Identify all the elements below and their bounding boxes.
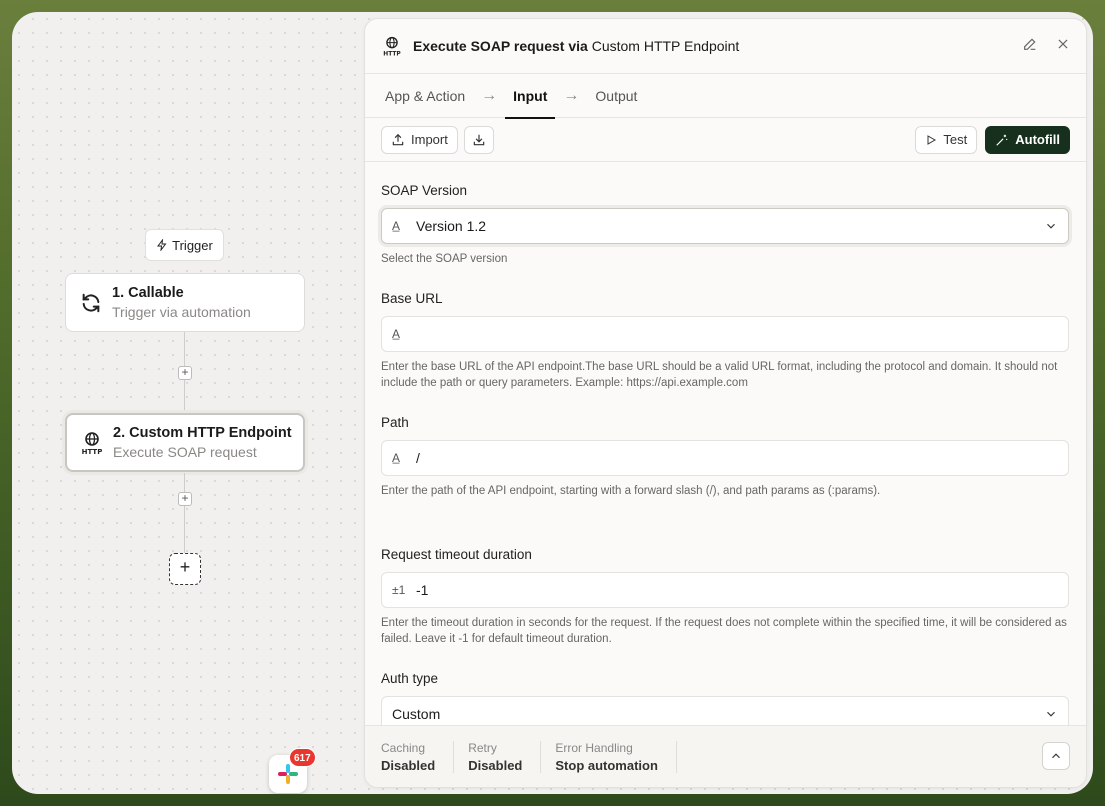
arrow-right-icon: → [481, 86, 498, 104]
number-type-icon: ±1 [392, 583, 406, 597]
expand-footer-button[interactable] [1042, 742, 1070, 770]
close-icon[interactable] [1056, 37, 1070, 56]
select-value: Version 1.2 [416, 218, 487, 234]
field-label: Base URL [381, 291, 443, 306]
text-type-icon: A̲ [392, 451, 401, 465]
field-help: Enter the timeout duration in seconds fo… [381, 617, 1067, 645]
node-subtitle: Execute SOAP request [113, 444, 257, 460]
trigger-label: Trigger [172, 237, 213, 253]
path-field: Path A̲ / Enter the path of the API endp… [381, 415, 1069, 499]
field-help: Enter the base URL of the API endpoint.T… [381, 361, 1058, 389]
tab-input[interactable]: Input [505, 74, 556, 119]
trigger-button[interactable]: Trigger [145, 229, 224, 261]
workflow-node-callable[interactable]: 1. Callable Trigger via automation [65, 273, 305, 332]
timeout-input[interactable]: ±1 -1 [381, 572, 1069, 608]
input-value: / [416, 450, 420, 466]
text-type-icon: A̲ [392, 327, 401, 341]
workflow-node-http[interactable]: HTTP 2. Custom HTTP Endpoint Execute SOA… [65, 413, 305, 472]
panel-title: Execute SOAP request via Custom HTTP End… [413, 38, 740, 54]
error-handling-setting[interactable]: Error Handling Stop automation [555, 740, 677, 773]
path-input[interactable]: A̲ / [381, 440, 1069, 476]
add-node-button[interactable]: + [169, 553, 201, 585]
import-button[interactable]: Import [381, 125, 458, 154]
select-value: Custom [392, 706, 441, 722]
download-button[interactable] [463, 125, 494, 154]
chevron-down-icon [1047, 223, 1055, 229]
auth-type-field: Auth type Custom [381, 671, 1069, 732]
connector-line [184, 473, 185, 553]
tab-bar: App & Action → Input → Output [365, 74, 1086, 119]
node-title: 1. Callable [112, 285, 184, 301]
upload-icon [392, 133, 404, 145]
chevron-down-icon [1047, 711, 1055, 717]
base-url-field: Base URL A̲ Enter the base URL of the AP… [381, 291, 1069, 391]
caching-setting[interactable]: Caching Disabled [381, 740, 455, 773]
text-type-icon: A̲ [392, 219, 401, 233]
field-help: Enter the path of the API endpoint, star… [381, 485, 881, 497]
arrow-right-icon: → [563, 86, 580, 104]
panel-toolbar: Import Test Autofill [365, 118, 1086, 162]
soap-version-select[interactable]: A̲ Version 1.2 [381, 208, 1069, 244]
play-icon [927, 134, 937, 145]
refresh-icon [78, 290, 104, 316]
timeout-field: Request timeout duration ±1 -1 Enter the… [381, 547, 1069, 647]
chevron-up-icon [1052, 753, 1060, 759]
autofill-button[interactable]: Autofill [985, 125, 1070, 154]
edit-icon[interactable] [1022, 36, 1038, 57]
step-config-panel: HTTP Execute SOAP request via Custom HTT… [364, 18, 1087, 788]
tab-output[interactable]: Output [587, 74, 645, 118]
add-step-button[interactable]: + [178, 492, 192, 506]
svg-text:HTTP: HTTP [383, 51, 401, 57]
add-step-button[interactable]: + [178, 366, 192, 380]
svg-text:HTTP: HTTP [82, 448, 103, 456]
tab-app-action[interactable]: App & Action [377, 74, 473, 118]
download-icon [473, 134, 485, 145]
lightning-icon [157, 239, 167, 251]
retry-setting[interactable]: Retry Disabled [468, 740, 542, 773]
http-globe-icon: HTTP [79, 430, 105, 456]
app-window: Trigger 1. Callable Trigger via automati… [12, 12, 1093, 794]
node-subtitle: Trigger via automation [112, 304, 251, 320]
field-label: Path [381, 415, 409, 430]
field-label: Auth type [381, 671, 439, 686]
http-globe-icon: HTTP [381, 35, 403, 57]
node-title: 2. Custom HTTP Endpoint [113, 425, 292, 441]
workflow-canvas[interactable]: Trigger 1. Callable Trigger via automati… [12, 12, 364, 794]
base-url-input[interactable]: A̲ [381, 316, 1069, 352]
field-label: Request timeout duration [381, 547, 532, 562]
panel-footer: Caching Disabled Retry Disabled Error Ha… [365, 725, 1086, 787]
magic-wand-icon [996, 134, 1008, 146]
soap-version-field: SOAP Version A̲ Version 1.2 Select the S… [381, 183, 1069, 267]
input-value: -1 [416, 582, 429, 598]
panel-header: HTTP Execute SOAP request via Custom HTT… [365, 19, 1086, 74]
test-button[interactable]: Test [915, 125, 978, 154]
field-help: Select the SOAP version [381, 253, 508, 265]
field-label: SOAP Version [381, 183, 468, 198]
notification-badge: 617 [289, 748, 316, 767]
